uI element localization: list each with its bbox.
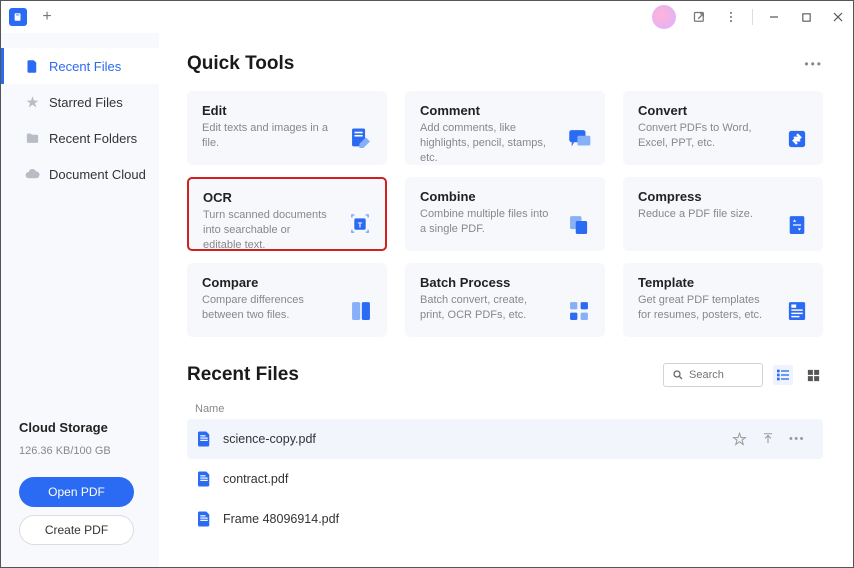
tool-card-compress[interactable]: Compress Reduce a PDF file size.: [623, 177, 823, 251]
tool-card-compare[interactable]: Compare Compare differences between two …: [187, 263, 387, 337]
pdf-icon: [195, 510, 213, 528]
file-icon: [24, 58, 40, 74]
convert-icon: [784, 126, 810, 152]
upload-icon[interactable]: [761, 432, 775, 446]
star-icon[interactable]: [732, 432, 747, 447]
create-pdf-button[interactable]: Create PDF: [19, 515, 134, 545]
tool-title: Compare: [202, 275, 372, 290]
list-view-icon[interactable]: [773, 365, 793, 385]
tool-desc: Get great PDF templates for resumes, pos…: [638, 293, 808, 323]
tool-title: Convert: [638, 103, 808, 118]
sidebar: Recent Files Starred Files Recent Folder…: [1, 33, 159, 567]
close-button[interactable]: [823, 1, 853, 33]
sidebar-item-starred-files[interactable]: Starred Files: [1, 84, 159, 120]
tool-card-edit[interactable]: Edit Edit texts and images in a file.: [187, 91, 387, 165]
grid-view-icon[interactable]: [803, 365, 823, 385]
search-input[interactable]: [689, 369, 749, 381]
tool-card-comment[interactable]: Comment Add comments, like highlights, p…: [405, 91, 605, 165]
column-header-name: Name: [187, 399, 823, 419]
tool-title: Template: [638, 275, 808, 290]
maximize-button[interactable]: [791, 1, 821, 33]
file-name: contract.pdf: [223, 472, 815, 486]
combine-icon: [566, 212, 592, 238]
tool-title: Batch Process: [420, 275, 590, 290]
tool-title: OCR: [203, 190, 371, 205]
cloud-usage: 126.36 KB/100 GB: [19, 445, 141, 457]
sidebar-item-document-cloud[interactable]: Document Cloud: [1, 156, 159, 192]
tool-desc: Combine multiple files into a single PDF…: [420, 207, 590, 237]
tool-card-convert[interactable]: Convert Convert PDFs to Word, Excel, PPT…: [623, 91, 823, 165]
tool-desc: Edit texts and images in a file.: [202, 121, 372, 151]
recent-files-title: Recent Files: [187, 364, 299, 386]
share-icon[interactable]: [684, 1, 714, 33]
compress-icon: [784, 212, 810, 238]
tool-card-template[interactable]: Template Get great PDF templates for res…: [623, 263, 823, 337]
more-icon[interactable]: •••: [789, 433, 805, 445]
tool-title: Combine: [420, 189, 590, 204]
sidebar-item-recent-folders[interactable]: Recent Folders: [1, 120, 159, 156]
search-box[interactable]: [663, 363, 763, 387]
tool-desc: Reduce a PDF file size.: [638, 207, 808, 222]
batch-icon: [566, 298, 592, 324]
sidebar-item-recent-files[interactable]: Recent Files: [1, 48, 159, 84]
edit-icon: [348, 126, 374, 152]
sidebar-item-label: Document Cloud: [49, 167, 146, 182]
sidebar-item-label: Recent Files: [49, 59, 121, 74]
tool-desc: Compare differences between two files.: [202, 293, 372, 323]
new-tab-button[interactable]: +: [35, 5, 59, 29]
tool-card-batch-process[interactable]: Batch Process Batch convert, create, pri…: [405, 263, 605, 337]
tool-title: Compress: [638, 189, 808, 204]
tool-title: Edit: [202, 103, 372, 118]
minimize-button[interactable]: [759, 1, 789, 33]
ocr-icon: T: [347, 211, 373, 237]
quick-tools-title: Quick Tools: [187, 53, 294, 75]
menu-dots-icon[interactable]: [716, 1, 746, 33]
app-icon[interactable]: [9, 8, 27, 26]
tool-card-ocr[interactable]: OCR Turn scanned documents into searchab…: [187, 177, 387, 251]
file-row[interactable]: Frame 48096914.pdf: [187, 499, 823, 539]
file-row[interactable]: contract.pdf: [187, 459, 823, 499]
open-pdf-button[interactable]: Open PDF: [19, 477, 134, 507]
tool-desc: Convert PDFs to Word, Excel, PPT, etc.: [638, 121, 808, 151]
tool-grid: Edit Edit texts and images in a file. Co…: [187, 91, 823, 337]
titlebar: +: [1, 1, 853, 33]
compare-icon: [348, 298, 374, 324]
folder-icon: [24, 130, 40, 146]
cloud-storage-title: Cloud Storage: [19, 420, 141, 435]
star-icon: [24, 94, 40, 110]
cloud-icon: [24, 166, 40, 182]
tool-card-combine[interactable]: Combine Combine multiple files into a si…: [405, 177, 605, 251]
sidebar-item-label: Starred Files: [49, 95, 123, 110]
tool-desc: Turn scanned documents into searchable o…: [203, 208, 371, 253]
tool-desc: Batch convert, create, print, OCR PDFs, …: [420, 293, 590, 323]
file-name: Frame 48096914.pdf: [223, 512, 815, 526]
avatar[interactable]: [652, 5, 676, 29]
svg-text:T: T: [358, 220, 363, 229]
main-content: Quick Tools ••• Edit Edit texts and imag…: [159, 33, 853, 567]
comment-icon: [566, 126, 592, 152]
tool-desc: Add comments, like highlights, pencil, s…: [420, 121, 590, 166]
tool-title: Comment: [420, 103, 590, 118]
file-row[interactable]: science-copy.pdf •••: [187, 419, 823, 459]
pdf-icon: [195, 470, 213, 488]
file-name: science-copy.pdf: [223, 432, 732, 446]
quick-tools-more-icon[interactable]: •••: [804, 57, 823, 71]
sidebar-item-label: Recent Folders: [49, 131, 137, 146]
pdf-icon: [195, 430, 213, 448]
template-icon: [784, 298, 810, 324]
